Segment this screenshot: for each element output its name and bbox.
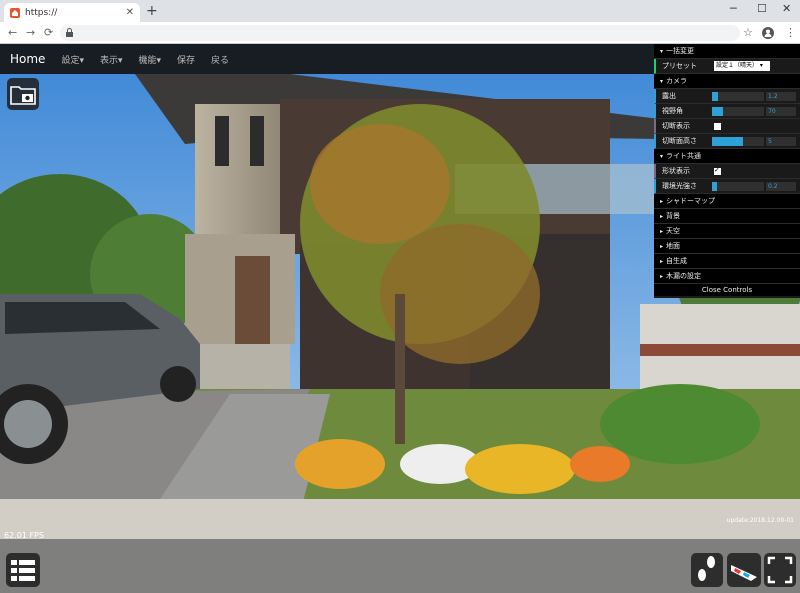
folder-label: カメラ (666, 77, 688, 85)
settings-menu[interactable]: 設定▾ (61, 53, 84, 66)
save-link[interactable]: 保存 (177, 53, 195, 66)
folder-camera-icon (10, 86, 36, 105)
folder-camera-button[interactable] (7, 78, 39, 110)
section-view-row: 切断表示 (654, 119, 800, 134)
close-controls-button[interactable]: Close Controls (654, 284, 800, 296)
preset-label: プリセット (662, 62, 697, 70)
slider-fill (712, 107, 724, 116)
section-view-checkbox[interactable] (714, 123, 721, 130)
browser-window: https:// ✕ + ─ ☐ ✕ ← → ⟳ ☆ ⋮ Home 設定▾ 表示… (0, 0, 800, 593)
lock-icon (66, 28, 73, 37)
list-icon (11, 560, 35, 581)
update-label: update:2018.12.09-01 (726, 517, 794, 524)
view-menu[interactable]: 表示▾ (100, 53, 123, 66)
back-link[interactable]: 戻る (211, 53, 229, 66)
new-tab-button[interactable]: + (146, 3, 158, 19)
folder-auto-generate[interactable]: 自生成 (654, 254, 800, 269)
folder-label: ライト共通 (666, 152, 702, 160)
section-view-label: 切断表示 (662, 122, 690, 130)
folder-label: 自生成 (666, 257, 688, 265)
window-close-button[interactable]: ✕ (782, 2, 791, 15)
walk-mode-button[interactable] (691, 553, 723, 587)
maximize-button[interactable]: ☐ (757, 2, 767, 15)
exposure-input[interactable]: 1.2 (766, 92, 796, 101)
ambient-label: 環境光強さ (662, 182, 697, 190)
preset-row: プリセット 設定１（晴天） ▾ (654, 59, 800, 74)
folder-label: 地面 (666, 242, 681, 250)
fov-row: 視野角 70 (654, 104, 800, 119)
home-favicon-icon (10, 7, 20, 18)
fps-counter: 62.01 FPS (4, 531, 44, 540)
shape-display-checkbox[interactable] (714, 166, 721, 175)
forward-button[interactable]: → (26, 26, 35, 40)
slider-fill (712, 137, 744, 146)
section-height-row: 切断面高さ 5 (654, 134, 800, 149)
folder-label: 背景 (666, 212, 681, 220)
folder-sky[interactable]: 天空 (654, 224, 800, 239)
controls-panel: 一括変更 プリセット 設定１（晴天） ▾ カメラ 露出 1.2 視野角 70 切… (654, 44, 800, 298)
folder-light[interactable]: ライト共通 (654, 149, 800, 164)
folder-batch-change[interactable]: 一括変更 (654, 44, 800, 59)
fov-slider[interactable] (712, 107, 764, 116)
fullscreen-button[interactable] (764, 553, 796, 587)
slider-fill (712, 92, 719, 101)
exposure-row: 露出 1.2 (654, 89, 800, 104)
folder-label: 木漏の設定 (666, 272, 702, 280)
section-height-label: 切断面高さ (662, 137, 697, 145)
fullscreen-icon (767, 556, 793, 584)
browser-menu-icon[interactable]: ⋮ (785, 26, 796, 40)
back-button[interactable]: ← (8, 26, 17, 40)
home-link[interactable]: Home (10, 52, 45, 66)
folder-label: 天空 (666, 227, 681, 235)
vr-mode-button[interactable] (727, 553, 761, 587)
fov-input[interactable]: 70 (766, 107, 796, 116)
ambient-input[interactable]: 0.2 (766, 182, 796, 191)
folder-shadow-map[interactable]: シャドーマップ (654, 194, 800, 209)
bookmark-star-icon[interactable]: ☆ (743, 26, 753, 40)
minimize-button[interactable]: ─ (730, 2, 737, 15)
ambient-row: 環境光強さ 0.2 (654, 179, 800, 194)
vr-glasses-icon (731, 565, 757, 581)
exposure-slider[interactable] (712, 92, 764, 101)
slider-fill (712, 182, 718, 191)
function-menu[interactable]: 機能▾ (139, 53, 162, 66)
folder-tree-light[interactable]: 木漏の設定 (654, 269, 800, 284)
footsteps-icon (698, 556, 715, 581)
folder-camera[interactable]: カメラ (654, 74, 800, 89)
exposure-label: 露出 (662, 92, 676, 100)
shape-display-label: 形状表示 (662, 167, 690, 175)
tab-title: https:// (25, 7, 58, 18)
section-height-slider[interactable] (712, 137, 764, 146)
section-height-input[interactable]: 5 (766, 137, 796, 146)
browser-tab[interactable]: https:// ✕ (4, 3, 140, 22)
folder-label: 一括変更 (666, 47, 695, 55)
folder-background[interactable]: 背景 (654, 209, 800, 224)
folder-label: シャドーマップ (666, 197, 716, 205)
ambient-slider[interactable] (712, 182, 764, 191)
fov-label: 視野角 (662, 107, 683, 115)
preset-value: 設定１（晴天） (716, 62, 759, 69)
reload-button[interactable]: ⟳ (44, 26, 53, 40)
address-bar: ← → ⟳ ☆ ⋮ (0, 22, 800, 44)
tab-strip: https:// ✕ + ─ ☐ ✕ (0, 0, 800, 22)
tab-close-icon[interactable]: ✕ (126, 7, 134, 18)
preset-select[interactable]: 設定１（晴天） ▾ (714, 61, 770, 71)
shape-display-row: 形状表示 (654, 164, 800, 179)
profile-avatar-icon[interactable] (762, 27, 774, 39)
folder-ground[interactable]: 地面 (654, 239, 800, 254)
app-navbar: Home 設定▾ 表示▾ 機能▾ 保存 戻る (0, 44, 654, 74)
list-menu-button[interactable] (6, 553, 40, 587)
url-input[interactable] (60, 25, 740, 41)
